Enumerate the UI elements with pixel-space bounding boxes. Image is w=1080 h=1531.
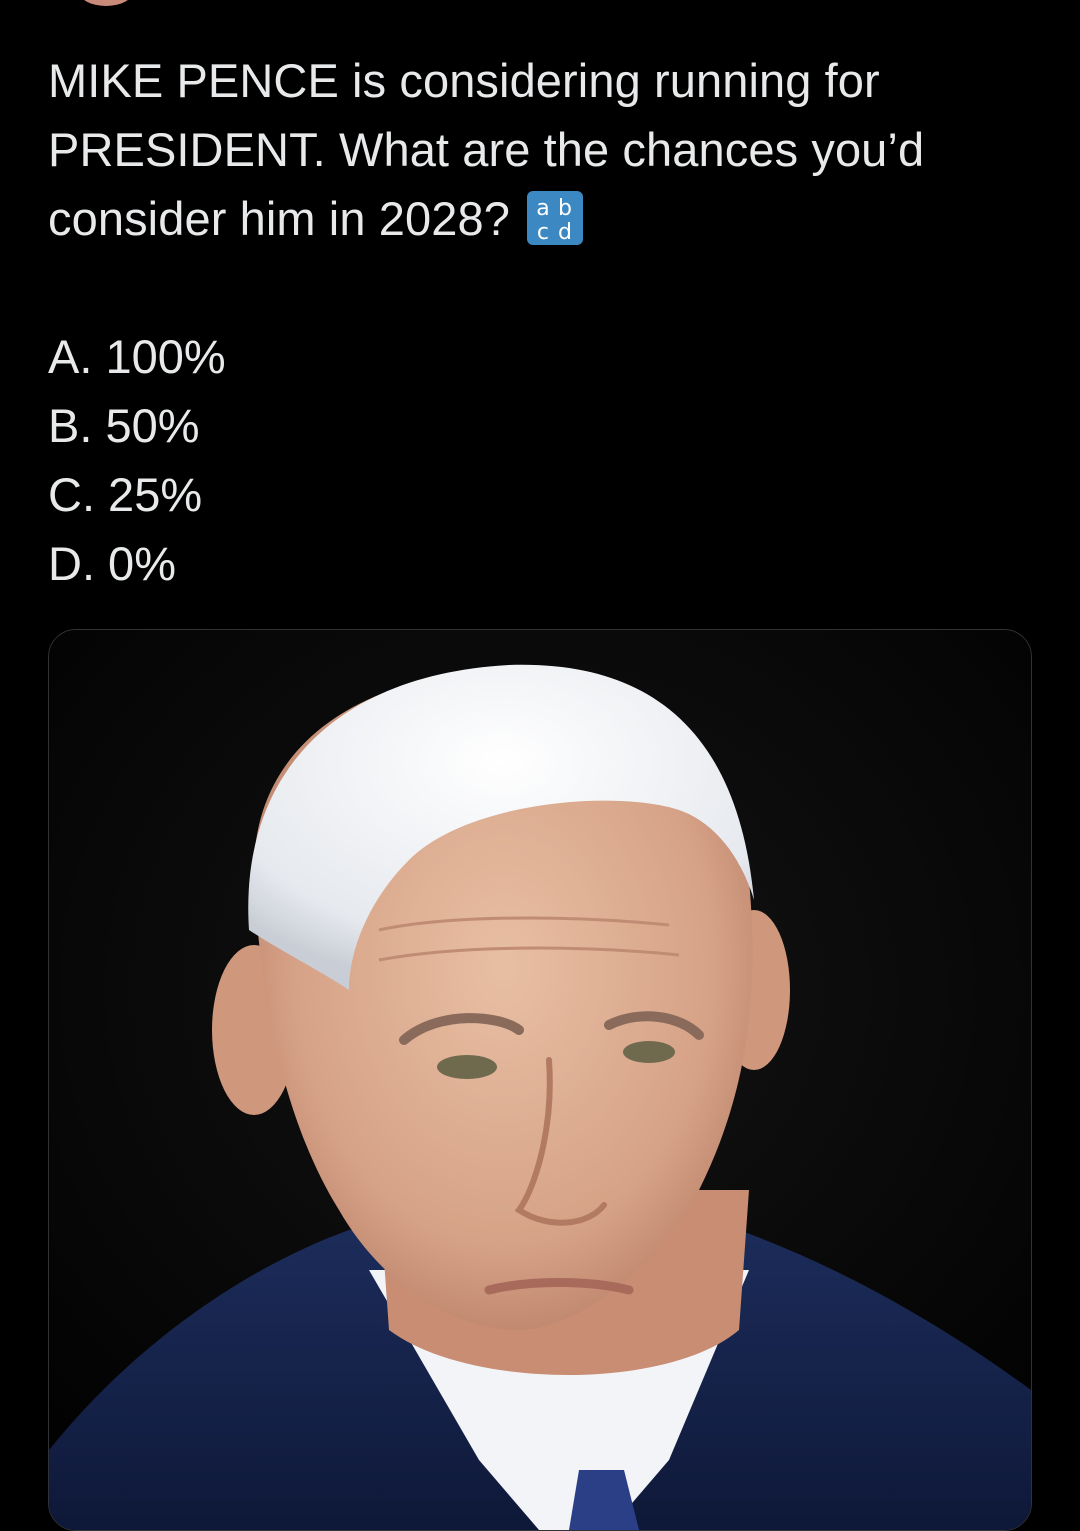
tweet-text-line-3-text: consider him in 2028? bbox=[48, 192, 510, 245]
tweet-text-line-1: MIKE PENCE is considering running for bbox=[48, 54, 880, 107]
abcd-input-icon: a b c d bbox=[527, 191, 584, 245]
svg-text:d: d bbox=[558, 220, 572, 245]
option-d: D. 0% bbox=[48, 537, 176, 590]
option-a: A. 100% bbox=[48, 330, 226, 383]
avatar[interactable] bbox=[78, 0, 134, 6]
svg-text:a: a bbox=[536, 196, 550, 221]
tweet-text: MIKE PENCE is considering running for PR… bbox=[48, 46, 1038, 253]
tweet-text-line-2: PRESIDENT. What are the chances you’d bbox=[48, 123, 925, 176]
tweet-text-line-3: consider him in 2028? a b c d bbox=[48, 184, 1038, 253]
svg-text:c: c bbox=[537, 220, 549, 245]
portrait-photo bbox=[49, 630, 1031, 1530]
option-c: C. 25% bbox=[48, 468, 203, 521]
svg-text:b: b bbox=[558, 196, 572, 221]
poll-options-text: A. 100% B. 50% C. 25% D. 0% bbox=[48, 322, 226, 598]
tweet-media-image[interactable] bbox=[48, 629, 1032, 1531]
option-b: B. 50% bbox=[48, 399, 200, 452]
